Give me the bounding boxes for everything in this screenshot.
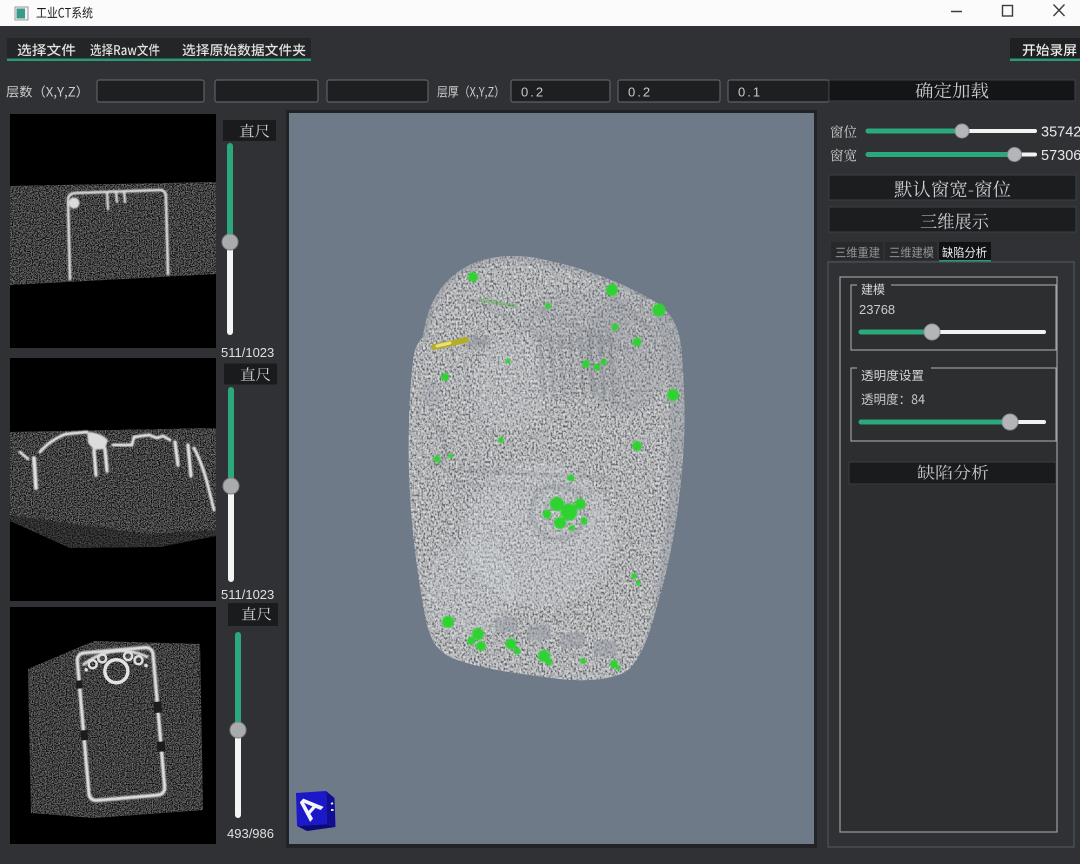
svg-text:511/1023: 511/1023: [221, 345, 274, 360]
svg-text:493/986: 493/986: [227, 826, 274, 841]
svg-text:23768: 23768: [859, 302, 895, 317]
svg-text:35742: 35742: [1041, 125, 1080, 141]
svg-text:57306: 57306: [1041, 148, 1080, 164]
svg-text:511/1023: 511/1023: [221, 587, 274, 602]
svg-text:0.2: 0.2: [521, 85, 545, 100]
svg-text:0.2: 0.2: [628, 85, 652, 100]
svg-text:0.1: 0.1: [738, 85, 762, 100]
